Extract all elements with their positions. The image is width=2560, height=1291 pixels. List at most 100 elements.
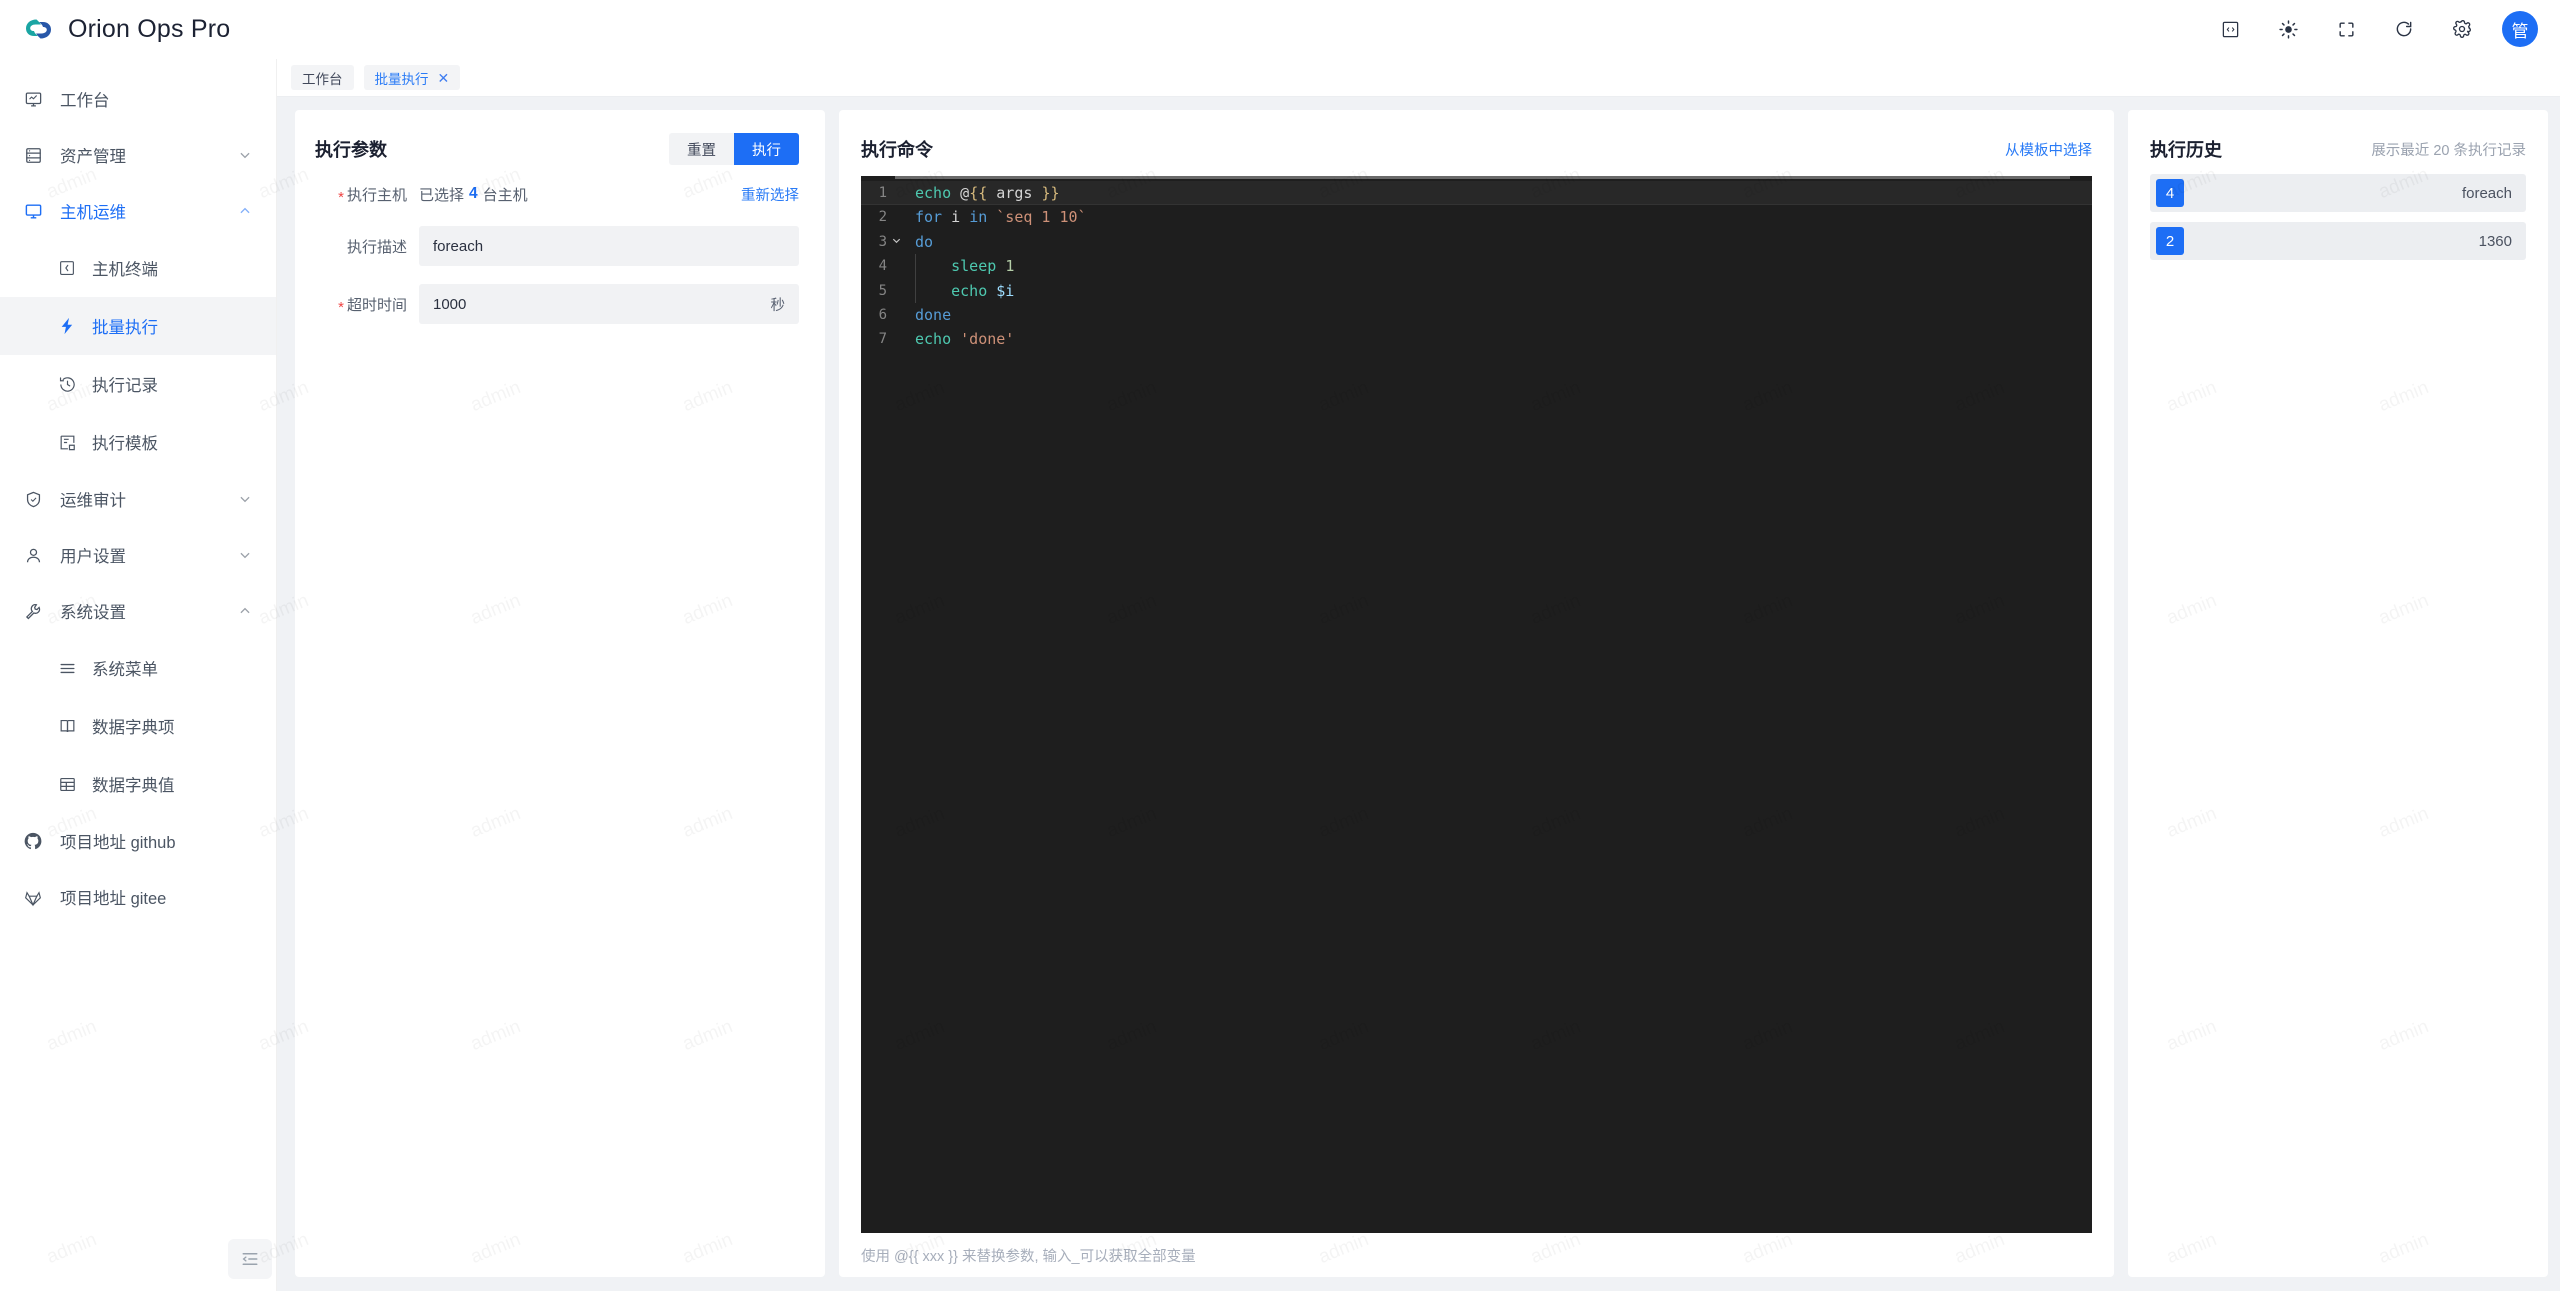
code-text: done <box>905 303 951 327</box>
tab-label: 批量执行 <box>375 68 429 88</box>
timeout-unit: 秒 <box>771 294 786 315</box>
sidebar-item-batch-exec[interactable]: 批量执行 <box>0 297 276 355</box>
command-panel-header: 执行命令 从模板中选择 <box>861 132 2092 166</box>
sidebar-item-label: 系统设置 <box>60 599 238 623</box>
code-icon[interactable] <box>2212 11 2248 47</box>
code-line[interactable]: 5 echo $i <box>861 279 2092 303</box>
host-row: 执行主机 已选择 4 台主机 重新选择 <box>315 174 799 214</box>
sidebar: 工作台 资产管理 主机运维 <box>0 59 277 1291</box>
history-item-name: 1360 <box>2479 233 2512 250</box>
description-input[interactable]: foreach <box>419 226 799 266</box>
sidebar-item-exec-templates[interactable]: 执行模板 <box>0 413 276 471</box>
sidebar-nav: 工作台 资产管理 主机运维 <box>0 59 276 925</box>
host-prefix: 已选择 <box>419 184 464 205</box>
sidebar-item-workbench[interactable]: 工作台 <box>0 71 276 127</box>
select-from-template-link[interactable]: 从模板中选择 <box>2005 139 2092 160</box>
code-text: for i in `seq 1 10` <box>905 205 1087 229</box>
code-text: echo @{{ args }} <box>905 181 1060 205</box>
collapse-sidebar-icon[interactable] <box>228 1239 272 1279</box>
history-count-badge: 4 <box>2156 179 2184 207</box>
github-icon <box>22 830 44 852</box>
code-text: sleep 1 <box>905 254 1014 278</box>
tab-batch-exec[interactable]: 批量执行 ✕ <box>364 65 461 90</box>
editor-scrollbar[interactable] <box>861 176 2092 179</box>
history-panel-header: 执行历史 展示最近 20 条执行记录 <box>2150 132 2526 166</box>
history-list: 4 foreach 21360 <box>2150 174 2526 270</box>
main-content: 执行参数 重置 执行 执行主机 已选择 4 台主机 重新选择 执行描述 fore… <box>277 97 2560 1291</box>
sidebar-item-label: 数据字典项 <box>92 714 252 738</box>
sidebar-item-label: 主机终端 <box>92 256 252 280</box>
user-icon <box>22 544 44 566</box>
sidebar-item-dict-keys[interactable]: 数据字典项 <box>0 697 276 755</box>
description-row: 执行描述 foreach <box>315 220 799 272</box>
sidebar-item-github[interactable]: 项目地址 github <box>0 813 276 869</box>
code-line[interactable]: 1echo @{{ args }} <box>861 181 2092 205</box>
template-icon <box>56 431 78 453</box>
line-number: 3 <box>861 230 887 254</box>
sidebar-item-label: 项目地址 gitee <box>60 885 252 909</box>
avatar[interactable]: 管 <box>2502 11 2538 47</box>
code-text: echo 'done' <box>905 327 1014 351</box>
gear-icon[interactable] <box>2444 11 2480 47</box>
execute-button[interactable]: 执行 <box>734 133 799 165</box>
history-item[interactable]: 21360 <box>2150 222 2526 260</box>
history-item[interactable]: 4 foreach <box>2150 174 2526 212</box>
description-label: 执行描述 <box>315 236 419 257</box>
tab-bar: 工作台 批量执行 ✕ <box>277 59 2560 97</box>
history-item-name: foreach <box>2462 185 2512 202</box>
sidebar-item-user-settings[interactable]: 用户设置 <box>0 527 276 583</box>
history-clock-icon <box>56 373 78 395</box>
brightness-icon[interactable] <box>2270 11 2306 47</box>
code-line[interactable]: 3do <box>861 230 2092 254</box>
host-count: 4 <box>469 185 478 203</box>
code-text: echo $i <box>905 279 1014 303</box>
menu-list-icon <box>56 657 78 679</box>
tab-label: 工作台 <box>302 68 343 88</box>
wrench-icon <box>22 600 44 622</box>
sidebar-item-host-ops[interactable]: 主机运维 <box>0 183 276 239</box>
sidebar-item-gitee[interactable]: 项目地址 gitee <box>0 869 276 925</box>
code-line[interactable]: 7echo 'done' <box>861 327 2092 351</box>
lightning-icon <box>56 315 78 337</box>
indent-guide <box>915 254 916 278</box>
close-icon[interactable]: ✕ <box>438 71 450 85</box>
tab-workbench[interactable]: 工作台 <box>291 65 354 90</box>
chevron-down-fold-icon[interactable] <box>887 230 905 254</box>
chevron-up-icon <box>238 604 252 618</box>
exec-history-panel: 执行历史 展示最近 20 条执行记录 4 foreach 21360 <box>2128 110 2548 1277</box>
chevron-down-icon <box>238 492 252 506</box>
code-content[interactable]: 1echo @{{ args }}2for i in `seq 1 10`3do… <box>861 176 2092 352</box>
gitee-icon <box>22 886 44 908</box>
reselect-hosts-link[interactable]: 重新选择 <box>741 184 799 205</box>
sidebar-item-label: 执行模板 <box>92 430 252 454</box>
terminal-icon <box>56 257 78 279</box>
line-number: 2 <box>861 205 887 229</box>
timeout-label: 超时时间 <box>315 294 419 315</box>
table-icon <box>56 773 78 795</box>
code-line[interactable]: 2 for i in `seq 1 10` <box>861 205 2092 229</box>
sidebar-item-ops-audit[interactable]: 运维审计 <box>0 471 276 527</box>
sidebar-item-host-terminal[interactable]: 主机终端 <box>0 239 276 297</box>
sidebar-item-label: 项目地址 github <box>60 829 252 853</box>
timeout-input[interactable]: 1000 秒 <box>419 284 799 324</box>
sidebar-item-dict-values[interactable]: 数据字典值 <box>0 755 276 813</box>
monitor-icon <box>22 200 44 222</box>
assets-icon <box>22 144 44 166</box>
sidebar-item-label: 数据字典值 <box>92 772 252 796</box>
sidebar-item-system-menu[interactable]: 系统菜单 <box>0 639 276 697</box>
sidebar-item-system-settings[interactable]: 系统设置 <box>0 583 276 639</box>
host-label: 执行主机 <box>315 184 419 205</box>
fullscreen-icon[interactable] <box>2328 11 2364 47</box>
sidebar-item-label: 主机运维 <box>60 199 238 223</box>
command-editor[interactable]: 1echo @{{ args }}2for i in `seq 1 10`3do… <box>861 176 2092 1233</box>
sidebar-item-label: 系统菜单 <box>92 656 252 680</box>
refresh-icon[interactable] <box>2386 11 2422 47</box>
sidebar-item-assets[interactable]: 资产管理 <box>0 127 276 183</box>
code-line[interactable]: 6done <box>861 303 2092 327</box>
sidebar-item-exec-records[interactable]: 执行记录 <box>0 355 276 413</box>
reset-button[interactable]: 重置 <box>669 133 734 165</box>
sidebar-item-label: 资产管理 <box>60 143 238 167</box>
app-title: Orion Ops Pro <box>68 15 230 44</box>
brand: Orion Ops Pro <box>0 13 230 45</box>
code-line[interactable]: 4 sleep 1 <box>861 254 2092 278</box>
